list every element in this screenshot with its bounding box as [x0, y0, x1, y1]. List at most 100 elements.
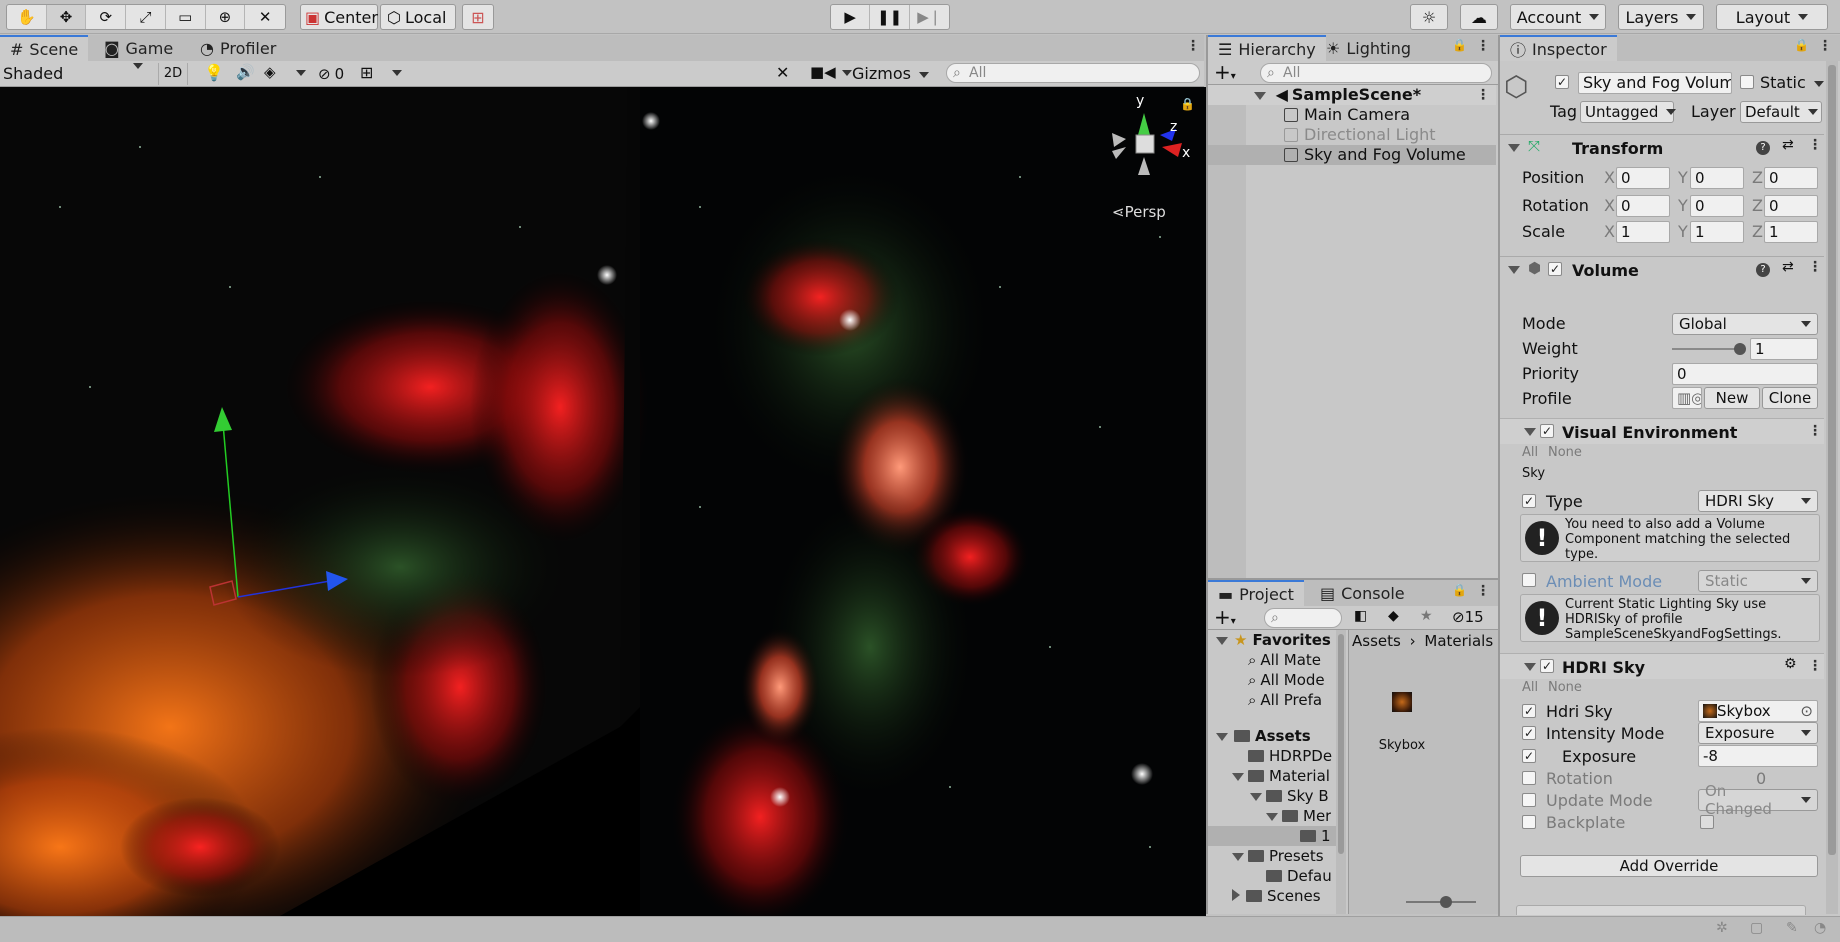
lock-icon[interactable]: 🔒 [1180, 97, 1195, 111]
visual-env-none-toggle[interactable]: None [1548, 445, 1582, 460]
priority-field[interactable]: 0 [1672, 363, 1818, 385]
volume-header[interactable]: ⬢ ✓ Volume ? ⇄ ⋮ [1500, 256, 1824, 282]
transform-tool-icon[interactable]: ⊕ [206, 5, 246, 29]
gizmos-dropdown[interactable]: Gizmos [852, 63, 929, 85]
rotation-override-checkbox[interactable] [1522, 771, 1536, 785]
hierarchy-search-input[interactable]: All [1260, 63, 1492, 83]
hdri-override-checkbox[interactable]: ✓ [1522, 704, 1536, 718]
effects-toggle-icon[interactable]: ◈ [264, 63, 276, 81]
tools-icon[interactable]: ✕ [776, 63, 789, 82]
tree-folder[interactable]: Mer [1266, 806, 1331, 826]
camera-icon[interactable]: ■◀ [810, 63, 836, 81]
scene-menu-icon[interactable]: ⋮ [1476, 85, 1490, 105]
hdri-all-toggle[interactable]: All [1522, 680, 1538, 695]
favorite-item[interactable]: ⌕ All Mate [1248, 650, 1321, 670]
update-override-checkbox[interactable] [1522, 793, 1536, 807]
help-icon[interactable]: ? [1756, 263, 1770, 277]
hdri-sky-field[interactable]: Skybox ⊙ [1698, 700, 1818, 722]
rotate-tool-icon[interactable]: ⟳ [86, 5, 127, 29]
type-override-checkbox[interactable]: ✓ [1522, 494, 1536, 508]
hierarchy-scene-row[interactable]: ◀ SampleScene* ⋮ [1208, 85, 1496, 105]
preset-icon[interactable]: ⇄ [1782, 259, 1794, 275]
account-dropdown[interactable]: Account [1510, 4, 1606, 30]
tree-folder[interactable]: HDRPDe [1248, 746, 1332, 766]
grid-dropdown[interactable] [384, 63, 400, 85]
scale-z-field[interactable]: 1 [1764, 221, 1818, 243]
ambient-mode-dropdown[interactable]: Static [1698, 570, 1818, 592]
weight-slider-thumb[interactable] [1734, 343, 1746, 355]
shading-mode-dropdown[interactable]: Shaded [3, 63, 149, 85]
component-menu-icon[interactable]: ⋮ [1808, 137, 1822, 153]
tree-folder[interactable]: 1 [1208, 826, 1336, 846]
visual-environment-header[interactable]: ✓ Visual Environment ⋮ [1500, 418, 1824, 444]
hdri-sky-header[interactable]: ✓ HDRI Sky ⚙ ⋮ [1500, 653, 1824, 679]
move-tool-icon[interactable]: ✥ [46, 5, 87, 29]
step-icon[interactable]: ▶❘ [910, 5, 949, 29]
tree-folder[interactable]: Sky B [1250, 786, 1329, 806]
tab-hierarchy[interactable]: ☰ Hierarchy [1208, 35, 1326, 61]
audio-toggle-icon[interactable]: 🔊 [236, 63, 255, 81]
object-active-checkbox[interactable]: ✓ [1555, 75, 1569, 89]
persp-toggle[interactable]: ⋖Persp [1112, 203, 1166, 221]
profile-clone-button[interactable]: Clone [1762, 387, 1818, 409]
ambient-override-checkbox[interactable] [1522, 573, 1536, 587]
hierarchy-item-main-camera[interactable]: Main Camera [1208, 105, 1496, 125]
hierarchy-item-directional-light[interactable]: Directional Light [1208, 125, 1496, 145]
intensity-mode-dropdown[interactable]: Exposure [1698, 722, 1818, 744]
orientation-gizmo[interactable]: y z x [1098, 93, 1190, 187]
pause-icon[interactable]: ❚❚ [870, 5, 910, 29]
update-mode-dropdown[interactable]: On Changed [1698, 782, 1818, 818]
layout-dropdown[interactable]: Layout [1716, 4, 1828, 30]
scene-panel-menu-icon[interactable]: ⋮ [1186, 38, 1200, 54]
cloud-button[interactable]: ☁ [1460, 4, 1498, 30]
status-debug-icon[interactable]: ◔ [1814, 920, 1826, 936]
favorite-item[interactable]: ⌕ All Prefa [1248, 690, 1322, 710]
project-search-input[interactable] [1264, 608, 1342, 628]
exposure-override-checkbox[interactable]: ✓ [1522, 749, 1536, 763]
help-icon[interactable]: ? [1756, 141, 1770, 155]
scene-viewport[interactable]: y z x 🔒 ⋖Persp [0, 87, 1206, 916]
position-x-field[interactable]: 0 [1616, 167, 1670, 189]
tab-console[interactable]: ▤ Console [1310, 580, 1415, 606]
profile-field[interactable]: ▥◎ [1672, 387, 1702, 409]
inspector-scrollbar[interactable] [1826, 61, 1838, 914]
project-tree-scrollbar[interactable] [1336, 630, 1346, 914]
transform-header[interactable]: ⤧ Transform ? ⇄ ⋮ [1500, 134, 1824, 160]
project-menu-icon[interactable]: ⋮ [1476, 583, 1490, 599]
inspector-lock-icon[interactable]: 🔒 [1794, 38, 1809, 52]
scale-x-field[interactable]: 1 [1616, 221, 1670, 243]
skybox-asset[interactable]: Skybox [1372, 692, 1432, 762]
object-name-field[interactable]: Sky and Fog Volume [1578, 72, 1732, 94]
play-icon[interactable]: ▶ [831, 5, 871, 29]
favorite-star-icon[interactable]: ★ [1420, 608, 1433, 624]
favorite-item[interactable]: ⌕ All Mode [1248, 670, 1325, 690]
project-lock-icon[interactable]: 🔒 [1452, 583, 1467, 597]
grid-toggle-icon[interactable]: ⊞ [360, 63, 373, 82]
object-picker-icon[interactable]: ⊙ [1800, 701, 1813, 721]
tree-folder[interactable]: Presets [1232, 846, 1324, 866]
scene-visibility-toggle[interactable]: ⊘ 0 [318, 63, 344, 85]
tag-dropdown[interactable]: Untagged [1580, 101, 1674, 123]
component-menu-icon[interactable]: ⋮ [1808, 259, 1822, 275]
hierarchy-menu-icon[interactable]: ⋮ [1476, 38, 1490, 54]
profile-new-button[interactable]: New [1704, 387, 1760, 409]
tree-folder[interactable]: Defau [1266, 866, 1332, 886]
tab-game[interactable]: ◙ Game [94, 35, 183, 61]
effects-dropdown[interactable] [288, 63, 304, 85]
pivot-center-button[interactable]: ▣ Center [300, 4, 378, 30]
component-menu-icon[interactable]: ⋮ [1808, 423, 1822, 439]
favorites-row[interactable]: ★ Favorites [1216, 630, 1331, 650]
lighting-toggle-icon[interactable]: 💡 [204, 63, 224, 82]
preset-icon[interactable]: ⇄ [1782, 137, 1794, 153]
static-dropdown[interactable]: Static [1760, 73, 1824, 92]
settings-icon[interactable]: ⚙ [1784, 656, 1797, 672]
position-y-field[interactable]: 0 [1690, 167, 1744, 189]
project-add-button[interactable]: +▾ [1214, 606, 1236, 633]
tab-inspector[interactable]: ⓘ Inspector [1500, 35, 1617, 61]
static-checkbox[interactable] [1740, 75, 1754, 89]
position-z-field[interactable]: 0 [1764, 167, 1818, 189]
status-collab-icon[interactable]: ▢ [1750, 920, 1763, 936]
visual-env-all-toggle[interactable]: All [1522, 445, 1538, 460]
intensity-override-checkbox[interactable]: ✓ [1522, 726, 1536, 740]
scale-tool-icon[interactable]: ⤢ [126, 5, 166, 29]
